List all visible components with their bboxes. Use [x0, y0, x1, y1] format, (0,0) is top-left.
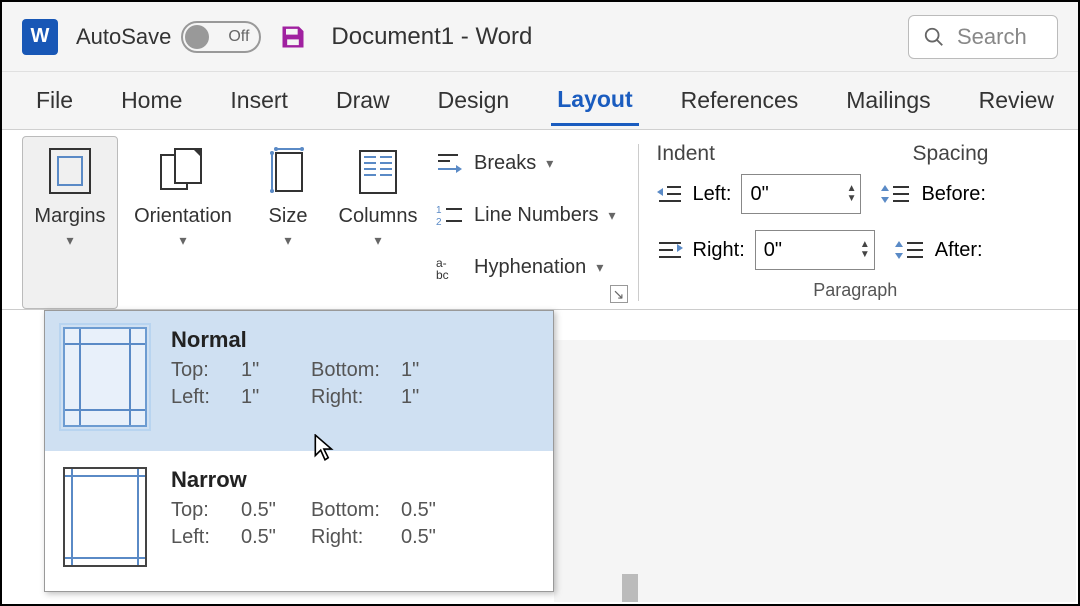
columns-label: Columns	[339, 205, 418, 228]
indent-title: Indent	[657, 142, 715, 166]
document-title: Document1 - Word	[331, 23, 532, 51]
page-edge	[622, 574, 638, 602]
m-left-val: 1"	[241, 386, 311, 409]
tab-home[interactable]: Home	[115, 77, 188, 124]
tab-layout[interactable]: Layout	[551, 76, 638, 126]
m-bottom-label: Bottom:	[311, 359, 401, 382]
hyphenation-icon: a-bc	[436, 255, 464, 279]
m-right-val: 1"	[401, 386, 451, 409]
autosave-state: Off	[228, 28, 249, 46]
group-page-setup: Margins ▾ Orientation ▾ Size ▾ Columns ▾	[14, 136, 632, 309]
group-separator	[638, 144, 639, 301]
columns-button[interactable]: Columns ▾	[328, 136, 428, 309]
svg-text:bc: bc	[436, 268, 449, 279]
m-right-label: Right:	[311, 386, 401, 409]
paragraph-group-label: Paragraph	[645, 276, 1066, 307]
breaks-icon	[436, 151, 464, 175]
orientation-button[interactable]: Orientation ▾	[118, 136, 248, 309]
m-top-label: Top:	[171, 499, 241, 522]
margin-preview-narrow	[63, 467, 147, 567]
chevron-down-icon: ▾	[179, 232, 186, 249]
spacing-before-label: Before:	[921, 183, 985, 206]
tab-draw[interactable]: Draw	[330, 77, 396, 124]
spacing-after-label: After:	[935, 239, 983, 262]
m-left-label: Left:	[171, 386, 241, 409]
breaks-button[interactable]: Breaks ▾	[436, 140, 616, 186]
breaks-label: Breaks	[474, 152, 536, 175]
spacing-before-icon	[881, 183, 911, 205]
indent-right-input[interactable]: 0" ▲▼	[755, 230, 875, 270]
indent-right-label: Right:	[693, 239, 745, 262]
size-button[interactable]: Size ▾	[248, 136, 328, 309]
search-placeholder: Search	[957, 24, 1027, 50]
toggle-knob	[185, 25, 209, 49]
m-top-val: 0.5"	[241, 499, 311, 522]
group-paragraph: Indent Spacing Left: 0" ▲▼ Before: Right…	[645, 136, 1066, 309]
search-icon	[923, 26, 945, 48]
indent-left-label: Left:	[693, 183, 732, 206]
document-area[interactable]	[554, 340, 1076, 602]
spacing-title: Spacing	[913, 142, 989, 166]
indent-left-icon	[657, 183, 683, 205]
margins-dropdown: Normal Top: 1" Bottom: 1" Left: 1" Right…	[44, 310, 554, 592]
tab-design[interactable]: Design	[432, 77, 516, 124]
chevron-down-icon: ▾	[609, 207, 616, 224]
margin-name: Normal	[171, 327, 535, 353]
margins-button[interactable]: Margins ▾	[22, 136, 118, 309]
tab-file[interactable]: File	[30, 77, 79, 124]
indent-right-value: 0"	[764, 239, 782, 262]
m-left-label: Left:	[171, 526, 241, 549]
chevron-down-icon: ▾	[284, 232, 291, 249]
ribbon: Margins ▾ Orientation ▾ Size ▾ Columns ▾	[2, 130, 1078, 310]
tab-references[interactable]: References	[675, 77, 805, 124]
word-app-icon: W	[22, 19, 58, 55]
margin-option-normal[interactable]: Normal Top: 1" Bottom: 1" Left: 1" Right…	[45, 311, 553, 451]
chevron-down-icon: ▾	[66, 232, 73, 249]
svg-text:1: 1	[436, 205, 442, 216]
margins-label: Margins	[34, 205, 105, 228]
line-numbers-button[interactable]: 12 Line Numbers ▾	[436, 192, 616, 238]
page-setup-dialog-launcher[interactable]: ↘	[610, 285, 628, 303]
search-input[interactable]: Search	[908, 15, 1058, 59]
chevron-down-icon: ▾	[546, 155, 553, 172]
margin-name: Narrow	[171, 467, 535, 493]
m-bottom-label: Bottom:	[311, 499, 401, 522]
margins-icon	[46, 143, 94, 199]
ribbon-tabs: File Home Insert Draw Design Layout Refe…	[2, 72, 1078, 130]
hyphenation-button[interactable]: a-bc Hyphenation ▾	[436, 244, 616, 290]
title-bar: W AutoSave Off Document1 - Word Search	[2, 2, 1078, 72]
margin-option-narrow[interactable]: Narrow Top: 0.5" Bottom: 0.5" Left: 0.5"…	[45, 451, 553, 591]
size-icon	[264, 143, 312, 199]
m-top-val: 1"	[241, 359, 311, 382]
orientation-label: Orientation	[134, 205, 232, 228]
margin-preview-normal	[63, 327, 147, 427]
chevron-down-icon: ▾	[374, 232, 381, 249]
tab-insert[interactable]: Insert	[224, 77, 294, 124]
chevron-down-icon: ▾	[596, 259, 603, 276]
tab-mailings[interactable]: Mailings	[840, 77, 936, 124]
indent-right-icon	[657, 239, 683, 261]
m-bottom-val: 0.5"	[401, 499, 451, 522]
autosave-toggle[interactable]: Off	[181, 21, 261, 53]
spacing-after-icon	[895, 239, 925, 261]
line-numbers-icon: 12	[436, 203, 464, 227]
orientation-icon	[155, 143, 211, 199]
tab-review[interactable]: Review	[973, 77, 1060, 124]
m-right-val: 0.5"	[401, 526, 451, 549]
spinner-arrows[interactable]: ▲▼	[847, 184, 857, 204]
autosave-label: AutoSave	[76, 24, 171, 50]
m-left-val: 0.5"	[241, 526, 311, 549]
line-numbers-label: Line Numbers	[474, 204, 599, 227]
m-bottom-val: 1"	[401, 359, 451, 382]
columns-icon	[356, 143, 400, 199]
m-right-label: Right:	[311, 526, 401, 549]
indent-left-input[interactable]: 0" ▲▼	[741, 174, 861, 214]
spinner-arrows[interactable]: ▲▼	[860, 240, 870, 260]
save-icon[interactable]	[279, 23, 307, 51]
svg-text:2: 2	[436, 217, 442, 227]
m-top-label: Top:	[171, 359, 241, 382]
indent-left-value: 0"	[750, 183, 768, 206]
size-label: Size	[269, 205, 308, 228]
hyphenation-label: Hyphenation	[474, 256, 586, 279]
